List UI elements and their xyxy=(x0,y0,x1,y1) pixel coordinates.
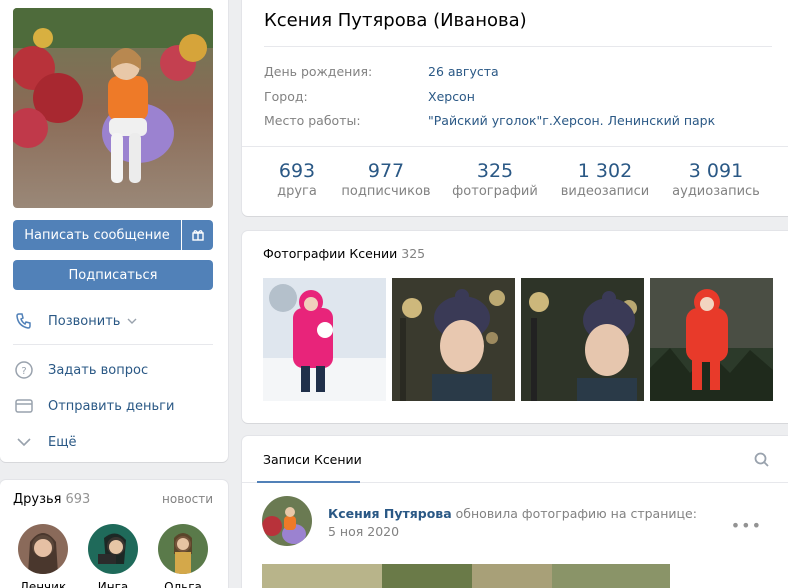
counter-number: 977 xyxy=(367,160,405,182)
post-action-text: обновила фотографию на странице: xyxy=(455,506,697,521)
birthday-link[interactable]: 26 августа xyxy=(428,64,499,79)
phone-icon xyxy=(13,310,35,332)
search-icon[interactable] xyxy=(754,452,770,472)
counter-number: 693 xyxy=(278,160,316,182)
card-icon xyxy=(13,395,35,417)
gift-button[interactable] xyxy=(182,220,213,250)
page-title: Ксения Путярова (Иванова) xyxy=(264,10,527,31)
more-label: Ещё xyxy=(48,434,77,450)
wall-card: Записи Ксении Ксения Путярова обновила фо… xyxy=(242,436,788,588)
photos-count: 325 xyxy=(401,246,426,261)
call-menu-item[interactable]: Позвонить xyxy=(13,308,138,334)
city-link[interactable]: Херсон xyxy=(428,89,475,104)
svg-text:?: ? xyxy=(21,366,26,377)
send-money-menu-item[interactable]: Отправить деньги xyxy=(13,393,174,419)
friends-news-link[interactable]: новости xyxy=(162,492,213,506)
info-row-work: Место работы: "Райский уголок"г.Херсон. Л… xyxy=(264,113,715,128)
tab-wall-posts[interactable]: Записи Ксении xyxy=(263,452,362,467)
photo-thumbnail[interactable] xyxy=(521,278,644,401)
counter-label: аудиозапись xyxy=(672,184,760,199)
photo-thumbnail[interactable] xyxy=(650,278,773,401)
friends-title: Друзья xyxy=(13,492,62,507)
counter-videos[interactable]: 1 302 видеозаписи xyxy=(555,160,655,199)
counter-label: подписчиков xyxy=(341,184,431,199)
chevron-down-icon xyxy=(13,431,35,453)
info-label: Место работы: xyxy=(264,113,361,128)
counter-number: 325 xyxy=(476,160,514,182)
photos-title: Фотографии Ксении xyxy=(263,246,398,261)
counter-number: 3 091 xyxy=(688,160,744,182)
friend-name: Ленчик xyxy=(19,580,67,588)
friend-item[interactable]: Инга xyxy=(87,524,139,588)
question-icon: ? xyxy=(13,359,35,381)
ask-question-label: Задать вопрос xyxy=(48,362,149,378)
active-tab-indicator xyxy=(257,481,360,483)
post-date[interactable]: 5 ноя 2020 xyxy=(328,524,399,539)
counter-audio[interactable]: 3 091 аудиозапись xyxy=(666,160,766,199)
friend-avatar xyxy=(18,524,68,574)
friends-count: 693 xyxy=(65,492,91,507)
post-image[interactable] xyxy=(262,564,670,588)
menu-divider xyxy=(13,344,213,345)
post-header: Ксения Путярова обновила фотографию на ст… xyxy=(328,506,697,521)
friend-item[interactable]: Ленчик xyxy=(17,524,69,588)
photos-header[interactable]: Фотографии Ксении 325 xyxy=(263,246,425,261)
counter-label: фотографий xyxy=(452,184,538,199)
chevron-down-icon xyxy=(127,318,137,324)
counter-photos[interactable]: 325 фотографий xyxy=(445,160,545,199)
send-money-label: Отправить деньги xyxy=(48,398,175,414)
profile-actions-card: Написать сообщение Подписаться Позвонить… xyxy=(0,0,228,462)
divider xyxy=(264,46,772,47)
send-message-button[interactable]: Написать сообщение xyxy=(13,220,181,250)
photos-card: Фотографии Ксении 325 xyxy=(242,231,788,423)
info-label: Город: xyxy=(264,89,308,104)
post-author-avatar[interactable] xyxy=(262,496,312,546)
friend-name: Инга xyxy=(97,580,129,588)
work-link[interactable]: "Райский уголок"г.Херсон. Ленинский парк xyxy=(428,113,715,128)
more-options-icon[interactable]: ••• xyxy=(731,516,762,535)
counter-number: 1 302 xyxy=(577,160,633,182)
subscribe-button[interactable]: Подписаться xyxy=(13,260,213,290)
profile-info-card: Ксения Путярова (Иванова) День рождения:… xyxy=(242,0,788,216)
post-author-link[interactable]: Ксения Путярова xyxy=(328,506,452,521)
photo-thumbnail[interactable] xyxy=(263,278,386,401)
friend-avatar xyxy=(88,524,138,574)
gift-icon xyxy=(191,230,204,241)
info-row-city: Город: Херсон xyxy=(264,89,475,104)
divider xyxy=(242,146,788,147)
friend-name: Ольга xyxy=(164,580,202,588)
friend-avatar xyxy=(158,524,208,574)
friends-card: Друзья 693 новости Ленчик Инга Ольга xyxy=(0,480,228,588)
counter-followers[interactable]: 977 подписчиков xyxy=(336,160,436,199)
call-label: Позвонить xyxy=(48,313,121,329)
more-menu-item[interactable]: Ещё xyxy=(13,429,76,455)
counter-label: друга xyxy=(277,184,317,199)
counter-label: видеозаписи xyxy=(560,184,650,199)
counter-friends[interactable]: 693 друга xyxy=(247,160,347,199)
photo-thumbnail[interactable] xyxy=(392,278,515,401)
ask-question-menu-item[interactable]: ? Задать вопрос xyxy=(13,357,148,383)
profile-avatar[interactable] xyxy=(13,8,213,208)
info-row-birthday: День рождения: 26 августа xyxy=(264,64,499,79)
friends-header[interactable]: Друзья 693 xyxy=(13,492,90,507)
friend-item[interactable]: Ольга xyxy=(157,524,209,588)
info-label: День рождения: xyxy=(264,64,373,79)
